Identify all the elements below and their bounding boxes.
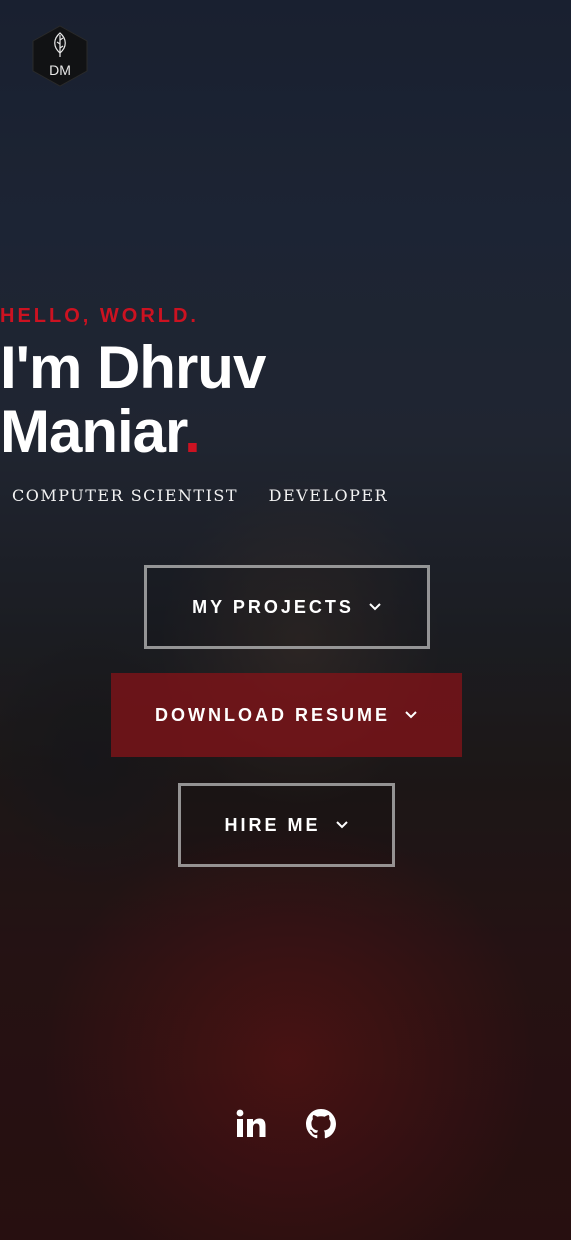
logo-hexagon-icon: DM: [32, 25, 88, 87]
name-line-2: Maniar.: [0, 400, 571, 464]
hire-me-label: HIRE ME: [224, 814, 321, 835]
page-title: I'm Dhruv Maniar.: [0, 336, 571, 464]
chevron-down-icon: [335, 818, 349, 832]
greeting: HELLO, WORLD.: [0, 305, 199, 327]
logo[interactable]: DM: [31, 25, 89, 87]
linkedin-icon: [236, 1109, 265, 1137]
logo-initials: DM: [49, 62, 71, 78]
download-resume-label: DOWNLOAD RESUME: [155, 704, 390, 725]
roles: COMPUTER SCIENTIST DEVELOPER: [0, 486, 571, 505]
hire-me-button[interactable]: HIRE ME: [178, 783, 395, 867]
name-line-1: I'm Dhruv: [0, 334, 266, 401]
chevron-down-icon: [404, 708, 418, 722]
accent-dot: .: [184, 398, 201, 465]
github-link[interactable]: [304, 1107, 338, 1141]
my-projects-label: MY PROJECTS: [192, 596, 354, 617]
chevron-down-icon: [368, 600, 382, 614]
role-item: COMPUTER SCIENTIST: [12, 486, 239, 505]
download-resume-button[interactable]: DOWNLOAD RESUME: [111, 673, 462, 757]
social-links: [0, 1107, 571, 1141]
role-item: DEVELOPER: [268, 486, 389, 505]
linkedin-link[interactable]: [234, 1107, 268, 1141]
last-name: Maniar: [0, 398, 185, 465]
github-icon: [305, 1109, 336, 1139]
my-projects-button[interactable]: MY PROJECTS: [144, 565, 430, 649]
